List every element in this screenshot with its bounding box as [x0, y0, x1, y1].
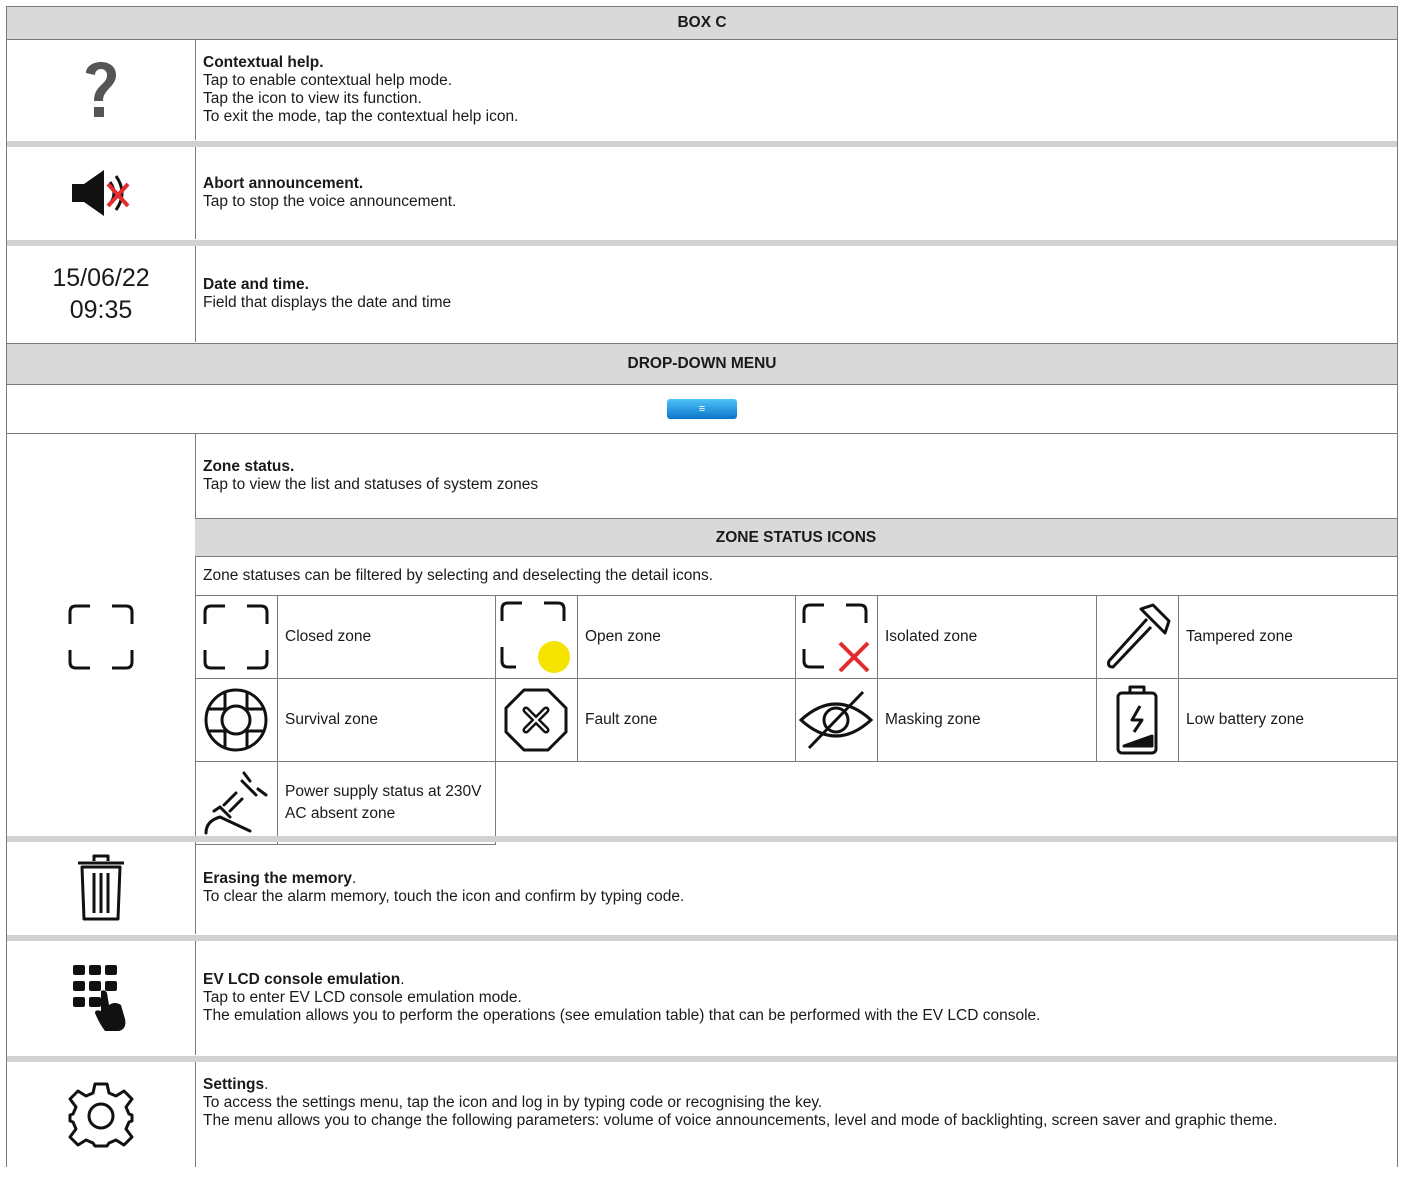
contextual-help-line: To exit the mode, tap the contextual hel…	[203, 108, 519, 125]
zone-item-tampered[interactable]: Tampered zone	[1096, 596, 1397, 679]
settings-line: The menu allows you to change the follow…	[203, 1112, 1278, 1129]
date-time-line: Field that displays the date and time	[203, 294, 452, 311]
date-time-row: 15/06/22 09:35 Date and time. Field that…	[7, 246, 1397, 342]
trash-icon[interactable]	[7, 842, 196, 934]
contextual-help-line: Tap to enable contextual help mode.	[203, 72, 453, 89]
dropdown-header: DROP-DOWN MENU	[7, 343, 1397, 385]
time-value: 09:35	[69, 296, 133, 324]
menu-icon: ≡	[698, 402, 706, 415]
erase-memory-row: Erasing the memory. To clear the alarm m…	[7, 842, 1397, 934]
octagon-x-icon	[495, 679, 578, 761]
settings-row: Settings. To access the settings menu, t…	[7, 1062, 1397, 1167]
abort-line: Tap to stop the voice announcement.	[203, 193, 457, 210]
emulation-line: Tap to enter EV LCD console emulation mo…	[203, 989, 522, 1006]
erase-title: Erasing the memory	[203, 870, 353, 887]
zone-status-icons-table: ZONE STATUS ICONS Zone statuses can be f…	[195, 518, 1397, 845]
zone-item-power-absent[interactable]: Power supply status at 230V AC absent zo…	[195, 762, 496, 845]
emulation-line: The emulation allows you to perform the …	[203, 1007, 1041, 1024]
menu-button[interactable]: ≡	[667, 398, 737, 419]
question-mark-icon[interactable]	[7, 40, 196, 140]
battery-low-icon	[1096, 679, 1179, 761]
isolated-zone-icon	[795, 596, 878, 678]
lifebuoy-icon	[195, 679, 278, 761]
menu-button-row: ≡	[7, 384, 1397, 434]
keypad-touch-icon[interactable]	[7, 941, 196, 1055]
emulation-title: EV LCD console emulation	[203, 971, 401, 988]
erase-line: To clear the alarm memory, touch the ico…	[203, 888, 685, 905]
date-time-title: Date and time.	[203, 276, 309, 293]
contextual-help-title: Contextual help.	[203, 54, 324, 71]
zone-status-title: Zone status.	[203, 458, 295, 475]
zone-status-icon[interactable]	[7, 434, 196, 839]
zone-item-masking[interactable]: Masking zone	[795, 679, 1097, 762]
power-plug-off-icon	[195, 762, 278, 844]
open-zone-icon	[495, 596, 578, 678]
speaker-mute-icon[interactable]	[7, 147, 196, 239]
date-value: 15/06/22	[52, 264, 150, 292]
zone-status-desc: Tap to view the list and statuses of sys…	[203, 476, 539, 493]
console-emulation-row: EV LCD console emulation. Tap to enter E…	[7, 941, 1397, 1055]
contextual-help-row: Contextual help. Tap to enable contextua…	[7, 40, 1397, 140]
zone-item-closed[interactable]: Closed zone	[195, 596, 496, 679]
zone-status-row: Zone status. Tap to view the list and st…	[7, 434, 1397, 845]
gear-icon[interactable]	[7, 1062, 196, 1167]
zone-icons-header: ZONE STATUS ICONS	[195, 518, 1397, 557]
abort-announcement-row: Abort announcement. Tap to stop the voic…	[7, 147, 1397, 239]
abort-title: Abort announcement.	[203, 175, 364, 192]
zone-item-open[interactable]: Open zone	[495, 596, 796, 679]
zone-item-isolated[interactable]: Isolated zone	[795, 596, 1097, 679]
hammer-icon	[1096, 596, 1179, 678]
date-time-display: 15/06/22 09:35	[7, 246, 196, 342]
filter-note: Zone statuses can be filtered by selecti…	[203, 567, 714, 584]
zone-item-low-battery[interactable]: Low battery zone	[1096, 679, 1397, 762]
eye-off-icon	[795, 679, 878, 761]
contextual-help-line: Tap the icon to view its function.	[203, 90, 422, 107]
closed-zone-icon	[195, 596, 278, 678]
help-table: BOX C Contextual help. Tap to enable con…	[6, 6, 1398, 1167]
settings-line: To access the settings menu, tap the ico…	[203, 1094, 823, 1111]
zone-item-fault[interactable]: Fault zone	[495, 679, 796, 762]
settings-title: Settings	[203, 1076, 265, 1093]
zone-item-survival[interactable]: Survival zone	[195, 679, 496, 762]
box-c-header: BOX C	[7, 7, 1397, 40]
